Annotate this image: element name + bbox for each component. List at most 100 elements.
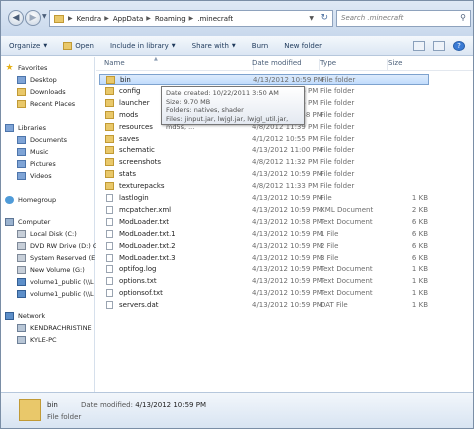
back-button[interactable]: ◀ [8, 10, 24, 26]
breadcrumb-chevron-icon[interactable]: ▶ [189, 15, 194, 22]
column-date-modified[interactable]: Date modified [252, 59, 320, 70]
nav-homegroup[interactable]: Homegroup [5, 194, 56, 205]
file-name: screenshots [119, 158, 162, 167]
nav-network-drive-2[interactable]: volume1_public (\\L [17, 288, 94, 299]
nav-music[interactable]: Music [17, 146, 49, 157]
file-icon [106, 217, 113, 226]
nav-drive-d[interactable]: DVD RW Drive (D:) G [17, 240, 98, 251]
file-row[interactable]: ModLoader.txt 4/13/2012 10:58 PM Text Docu… [99, 217, 429, 228]
file-row[interactable]: ModLoader.txt.1 4/13/2012 10:59 PM 1 File 6… [99, 229, 429, 240]
file-date: 4/13/2012 10:59 PM [252, 265, 323, 274]
nav-pc-kyle[interactable]: KYLE-PC [17, 334, 57, 345]
file-row[interactable]: lastlogin 4/13/2012 10:59 PM File 1 KB [99, 193, 429, 204]
nav-desktop[interactable]: Desktop [17, 74, 57, 85]
file-date: 4/13/2012 10:59 PM [252, 289, 323, 298]
nav-downloads[interactable]: Downloads [17, 86, 66, 97]
include-in-library-button[interactable]: Include in library ▼ [110, 42, 176, 50]
nav-libraries[interactable]: Libraries [5, 122, 46, 133]
file-row[interactable]: options.txt 4/13/2012 10:59 PM Text Docume… [99, 276, 429, 287]
file-date: 4/1/2012 10:55 PM [252, 134, 319, 143]
folder-icon [105, 170, 114, 179]
file-name: launcher [119, 98, 150, 107]
burn-button[interactable]: Burn [252, 42, 268, 50]
breadcrumb-chevron-icon[interactable]: ▶ [104, 15, 109, 22]
homegroup-icon [5, 195, 14, 204]
nav-favorites[interactable]: ★ Favorites [5, 62, 47, 73]
file-row[interactable]: schematic 4/13/2012 11:00 PM File folder [99, 145, 429, 156]
nav-drive-e[interactable]: System Reserved (E:) [17, 252, 100, 263]
breadcrumb-appdata[interactable]: AppData [113, 15, 143, 23]
nav-network-drive-1[interactable]: volume1_public (\\L [17, 276, 94, 287]
nav-pc-kendrachristine[interactable]: KENDRACHRISTINE [17, 322, 92, 333]
search-input[interactable]: Search .minecraft ⚲ [336, 10, 471, 27]
file-row[interactable]: servers.dat 4/13/2012 10:59 PM DAT File 1 K… [99, 300, 429, 311]
nav-drive-g[interactable]: New Volume (G:) [17, 264, 85, 275]
file-row[interactable]: ModLoader.txt.3 4/13/2012 10:59 PM 3 File 6… [99, 253, 429, 264]
nav-videos-label: Videos [30, 171, 52, 180]
file-size: 6 KB [411, 229, 428, 238]
file-name: ModLoader.txt.1 [119, 229, 176, 238]
organize-button[interactable]: Organize ▼ [9, 42, 47, 50]
nav-pictures[interactable]: Pictures [17, 158, 56, 169]
file-type: File folder [320, 158, 355, 167]
address-bar[interactable]: ▶ Kendra ▶ AppData ▶ Roaming ▶ .minecraf… [49, 10, 333, 27]
details-type: File folder [47, 413, 82, 421]
file-date: 4/13/2012 11:00 PM [252, 146, 323, 155]
file-row[interactable]: mcpatcher.xml 4/13/2012 10:59 PM XML Docum… [99, 205, 429, 216]
search-placeholder: Search .minecraft [341, 14, 404, 22]
chevron-down-icon: ▼ [43, 42, 48, 49]
recent-pages-dropdown[interactable]: ▼ [42, 13, 47, 20]
breadcrumb-chevron-icon[interactable]: ▶ [68, 15, 73, 22]
new-folder-button[interactable]: New folder [284, 42, 322, 50]
preview-pane-icon[interactable] [433, 41, 445, 51]
recent-places-icon [17, 99, 26, 108]
nav-documents[interactable]: Documents [17, 134, 67, 145]
breadcrumb-roaming[interactable]: Roaming [155, 15, 186, 23]
music-icon [17, 147, 26, 156]
file-row[interactable]: stats 4/13/2012 10:59 PM File folder [99, 169, 429, 180]
open-button[interactable]: Open [63, 41, 94, 50]
hard-drive-icon [17, 265, 26, 274]
documents-icon [17, 135, 26, 144]
file-row[interactable]: optionsof.txt 4/13/2012 10:59 PM Text Docu… [99, 288, 429, 299]
file-row[interactable]: ModLoader.txt.2 4/13/2012 10:59 PM 2 File 6… [99, 241, 429, 252]
file-name: ModLoader.txt [119, 217, 169, 226]
address-dropdown-icon[interactable]: ▼ [309, 15, 314, 22]
search-icon[interactable]: ⚲ [460, 13, 466, 22]
file-row[interactable]: bin 4/13/2012 10:59 PM File folder [99, 74, 429, 85]
file-icon [106, 205, 113, 214]
folder-icon [105, 98, 114, 107]
videos-icon [17, 171, 26, 180]
nav-drive-c[interactable]: Local Disk (C:) [17, 228, 77, 239]
forward-button[interactable]: ▶ [25, 10, 41, 26]
column-size[interactable]: Size [388, 59, 434, 70]
file-type: File [320, 194, 332, 202]
file-icon [106, 194, 113, 202]
refresh-icon[interactable]: ↻ [320, 13, 328, 23]
column-name[interactable]: Name ▲ [104, 56, 254, 70]
breadcrumb-kendra[interactable]: Kendra [77, 15, 102, 23]
file-row[interactable]: optifog.log 4/13/2012 10:59 PM Text Docume… [99, 264, 429, 275]
help-icon[interactable]: ? [453, 41, 465, 51]
nav-recent-places[interactable]: Recent Places [17, 98, 75, 109]
command-bar: Organize ▼ Open Include in library ▼ Share… [1, 36, 473, 56]
column-type[interactable]: Type [320, 59, 388, 70]
file-name: ModLoader.txt.2 [119, 241, 176, 250]
breadcrumb-chevron-icon[interactable]: ▶ [146, 15, 151, 22]
file-name: saves [119, 134, 140, 143]
breadcrumb-minecraft[interactable]: .minecraft [197, 15, 233, 23]
file-row[interactable]: texturepacks 4/8/2012 11:33 PM File folder [99, 181, 429, 192]
nav-videos[interactable]: Videos [17, 170, 52, 181]
nav-network[interactable]: Network [5, 310, 45, 321]
file-type: Text Document [320, 289, 373, 298]
change-view-icon[interactable] [413, 41, 425, 51]
folder-icon [105, 134, 114, 143]
nav-drive-label: Local Disk (C:) [30, 229, 77, 238]
file-type: File folder [321, 76, 356, 84]
file-row[interactable]: screenshots 4/8/2012 11:32 PM File folder [99, 157, 429, 168]
file-date: 4/13/2012 10:59 PM [252, 253, 323, 262]
nav-computer[interactable]: Computer [5, 216, 50, 227]
share-with-button[interactable]: Share with ▼ [192, 42, 236, 50]
folder-icon [105, 158, 114, 167]
file-row[interactable]: saves 4/1/2012 10:55 PM File folder [99, 134, 429, 145]
